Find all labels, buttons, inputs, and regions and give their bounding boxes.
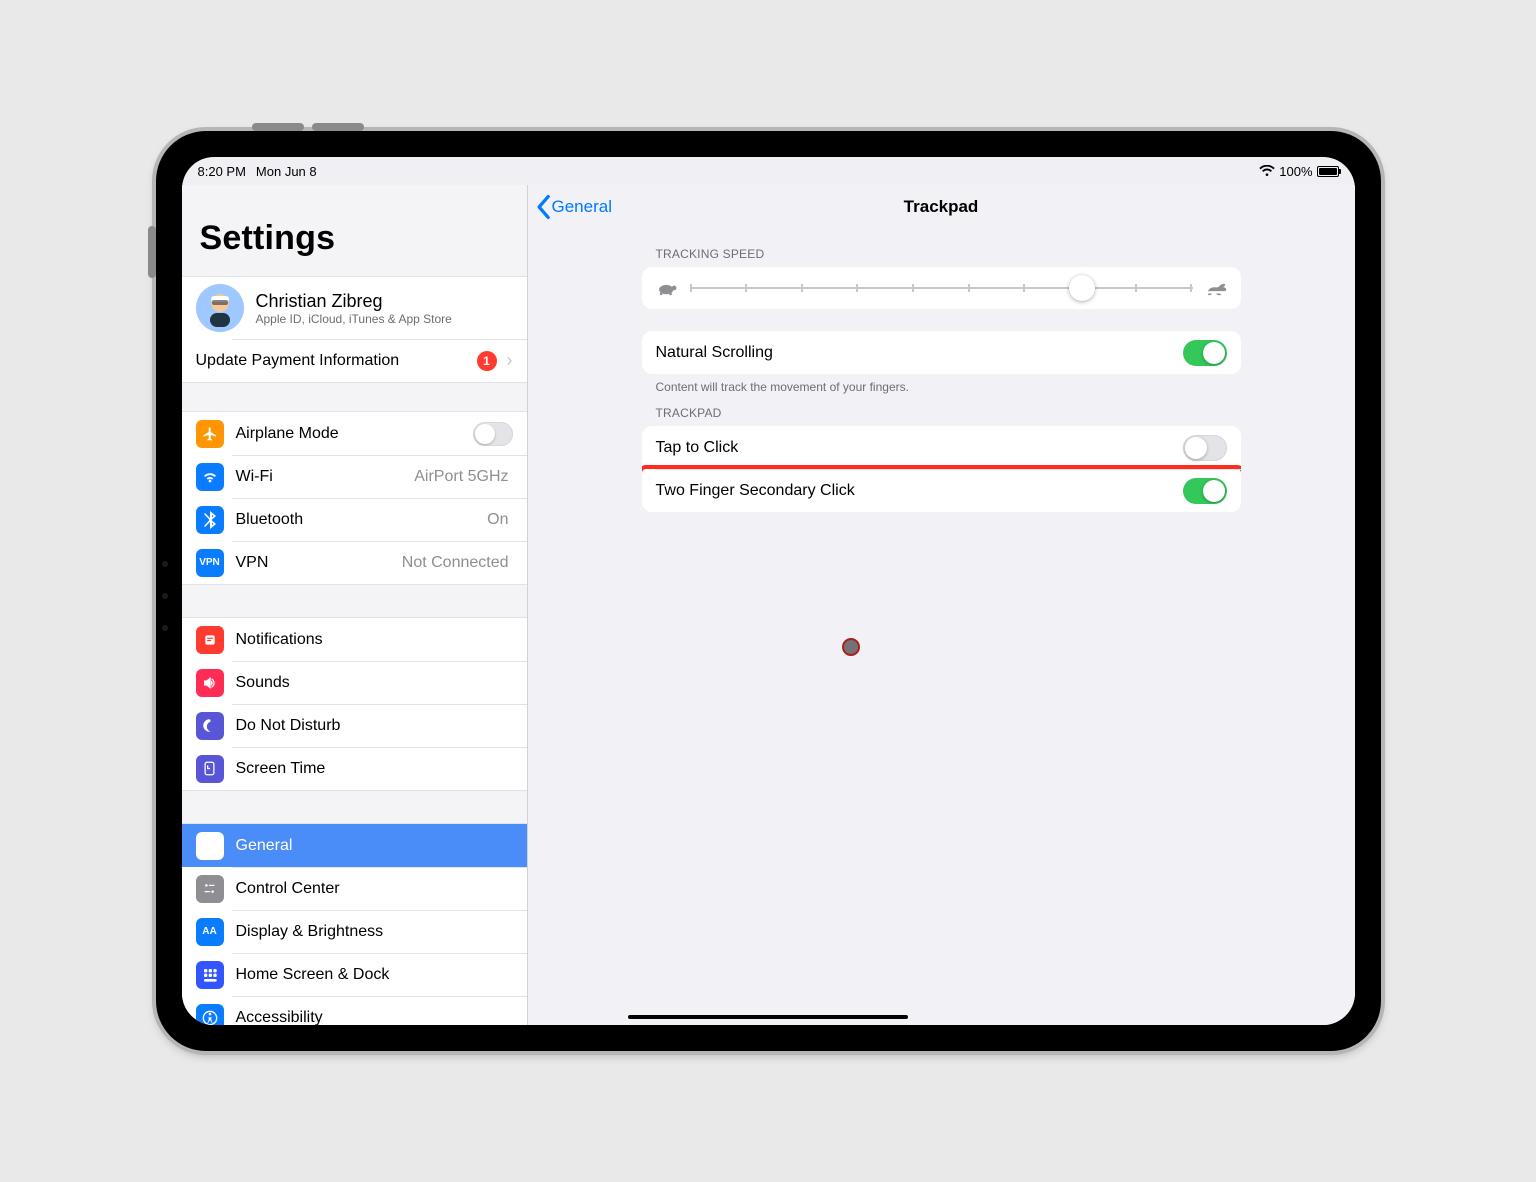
- accessibility-label: Accessibility: [236, 1009, 513, 1026]
- hare-icon: [1205, 280, 1227, 296]
- dnd-label: Do Not Disturb: [236, 717, 513, 735]
- home-dock-label: Home Screen & Dock: [236, 966, 513, 984]
- vpn-value: Not Connected: [402, 554, 509, 572]
- natural-scrolling-note: Content will track the movement of your …: [642, 374, 1241, 396]
- accessibility-icon: [196, 1004, 224, 1026]
- status-date: Mon Jun 8: [256, 164, 317, 179]
- battery-icon: [1317, 166, 1339, 177]
- notifications-icon: [196, 626, 224, 654]
- sounds-icon: [196, 669, 224, 697]
- avatar: [196, 284, 244, 332]
- tracking-speed-header: TRACKING SPEED: [642, 229, 1241, 267]
- chevron-right-icon: ›: [507, 350, 513, 371]
- tap-to-click-toggle[interactable]: [1183, 435, 1227, 461]
- natural-scrolling-toggle[interactable]: [1183, 340, 1227, 366]
- update-payment-row[interactable]: Update Payment Information 1 ›: [182, 339, 527, 382]
- gear-icon: [196, 832, 224, 860]
- status-bar: 8:20 PM Mon Jun 8 100%: [182, 157, 1355, 185]
- ipad-frame: 8:20 PM Mon Jun 8 100% Settings: [156, 131, 1381, 1051]
- vpn-icon: VPN: [196, 549, 224, 577]
- nav-bar: General Trackpad: [528, 185, 1355, 229]
- wifi-label: Wi-Fi: [236, 468, 415, 486]
- sidebar-item-home-dock[interactable]: Home Screen & Dock: [182, 953, 527, 996]
- battery-percent: 100%: [1279, 164, 1312, 179]
- volume-up-button: [252, 123, 304, 131]
- detail-title: Trackpad: [904, 197, 979, 217]
- secondary-click-label: Two Finger Secondary Click: [656, 482, 1183, 500]
- payment-badge: 1: [477, 351, 497, 371]
- tortoise-icon: [656, 280, 678, 296]
- wifi-icon: [196, 463, 224, 491]
- sidebar-item-display[interactable]: AA Display & Brightness: [182, 910, 527, 953]
- sidebar-item-notifications[interactable]: Notifications: [182, 618, 527, 661]
- profile-desc: Apple ID, iCloud, iTunes & App Store: [256, 312, 513, 327]
- status-time: 8:20 PM: [198, 164, 246, 179]
- notifications-label: Notifications: [236, 631, 513, 649]
- general-label: General: [236, 837, 513, 855]
- home-dock-icon: [196, 961, 224, 989]
- bluetooth-label: Bluetooth: [236, 511, 488, 529]
- display-label: Display & Brightness: [236, 923, 513, 941]
- secondary-click-toggle[interactable]: [1183, 478, 1227, 504]
- bluetooth-value: On: [487, 511, 508, 529]
- screentime-icon: [196, 755, 224, 783]
- home-indicator[interactable]: [628, 1015, 908, 1019]
- bluetooth-icon: [196, 506, 224, 534]
- natural-scrolling-label: Natural Scrolling: [656, 344, 1183, 362]
- airplane-label: Airplane Mode: [236, 425, 473, 443]
- slider-knob[interactable]: [1069, 275, 1095, 301]
- sidebar-item-general[interactable]: General: [182, 824, 527, 867]
- sidebar-item-airplane[interactable]: Airplane Mode: [182, 412, 527, 455]
- speaker-dots: [162, 561, 168, 631]
- update-payment-label: Update Payment Information: [196, 352, 477, 370]
- volume-down-button: [312, 123, 364, 131]
- dnd-icon: [196, 712, 224, 740]
- sidebar-item-screentime[interactable]: Screen Time: [182, 747, 527, 790]
- page-title: Settings: [182, 185, 527, 276]
- sidebar-item-dnd[interactable]: Do Not Disturb: [182, 704, 527, 747]
- back-label: General: [552, 197, 612, 217]
- trackpad-header: TRACKPAD: [642, 396, 1241, 426]
- sidebar-item-sounds[interactable]: Sounds: [182, 661, 527, 704]
- control-center-label: Control Center: [236, 880, 513, 898]
- sounds-label: Sounds: [236, 674, 513, 692]
- power-button: [148, 226, 156, 278]
- control-center-icon: [196, 875, 224, 903]
- sidebar-item-wifi[interactable]: Wi-Fi AirPort 5GHz: [182, 455, 527, 498]
- settings-sidebar[interactable]: Settings Christian Zibreg Apple ID, iClo…: [182, 185, 528, 1025]
- airplane-icon: [196, 420, 224, 448]
- vpn-label: VPN: [236, 554, 402, 572]
- apple-id-row[interactable]: Christian Zibreg Apple ID, iCloud, iTune…: [182, 277, 527, 339]
- back-button[interactable]: General: [534, 185, 612, 229]
- wifi-value: AirPort 5GHz: [414, 468, 508, 486]
- cursor-indicator: [842, 638, 860, 656]
- tap-to-click-row[interactable]: Tap to Click: [642, 426, 1241, 469]
- sidebar-item-bluetooth[interactable]: Bluetooth On: [182, 498, 527, 541]
- display-icon: AA: [196, 918, 224, 946]
- sidebar-item-vpn[interactable]: VPN VPN Not Connected: [182, 541, 527, 584]
- tracking-speed-slider[interactable]: [642, 267, 1241, 309]
- detail-pane: General Trackpad TRACKING SPEED: [528, 185, 1355, 1025]
- natural-scrolling-row[interactable]: Natural Scrolling: [642, 331, 1241, 374]
- sidebar-item-accessibility[interactable]: Accessibility: [182, 996, 527, 1025]
- chevron-left-icon: [534, 194, 552, 220]
- profile-name: Christian Zibreg: [256, 290, 513, 312]
- wifi-icon: [1259, 165, 1275, 177]
- tap-to-click-label: Tap to Click: [656, 439, 1183, 457]
- secondary-click-row[interactable]: Two Finger Secondary Click: [642, 469, 1241, 512]
- screentime-label: Screen Time: [236, 760, 513, 778]
- sidebar-item-control-center[interactable]: Control Center: [182, 867, 527, 910]
- airplane-toggle[interactable]: [473, 422, 513, 446]
